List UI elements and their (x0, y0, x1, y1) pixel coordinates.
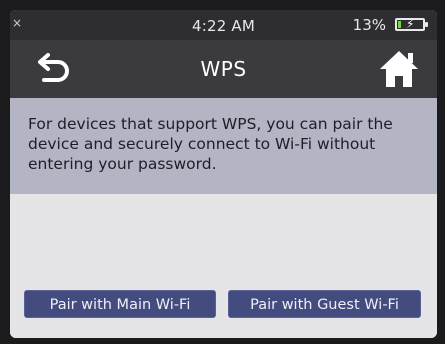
battery-icon: ⚡ (395, 17, 428, 31)
screen: × 4:22 AM 13% ⚡ WPS For devices that sup… (10, 10, 437, 338)
info-text: For devices that support WPS, you can pa… (28, 115, 393, 173)
device-frame: × 4:22 AM 13% ⚡ WPS For devices that sup… (0, 0, 445, 344)
battery-fill (398, 21, 401, 28)
content-area: Pair with Main Wi-Fi Pair with Guest Wi-… (10, 194, 437, 338)
home-button[interactable] (377, 48, 421, 90)
title-bar: WPS (10, 40, 437, 98)
page-title: WPS (200, 57, 247, 81)
status-bar: × 4:22 AM 13% ⚡ (10, 10, 437, 40)
battery-percent: 13% (352, 16, 386, 34)
pair-main-wifi-button[interactable]: Pair with Main Wi-Fi (24, 290, 216, 318)
pair-guest-wifi-button[interactable]: Pair with Guest Wi-Fi (228, 290, 421, 318)
info-banner: For devices that support WPS, you can pa… (10, 98, 437, 194)
home-icon (380, 51, 418, 87)
charging-bolt-icon: ⚡ (406, 17, 415, 31)
